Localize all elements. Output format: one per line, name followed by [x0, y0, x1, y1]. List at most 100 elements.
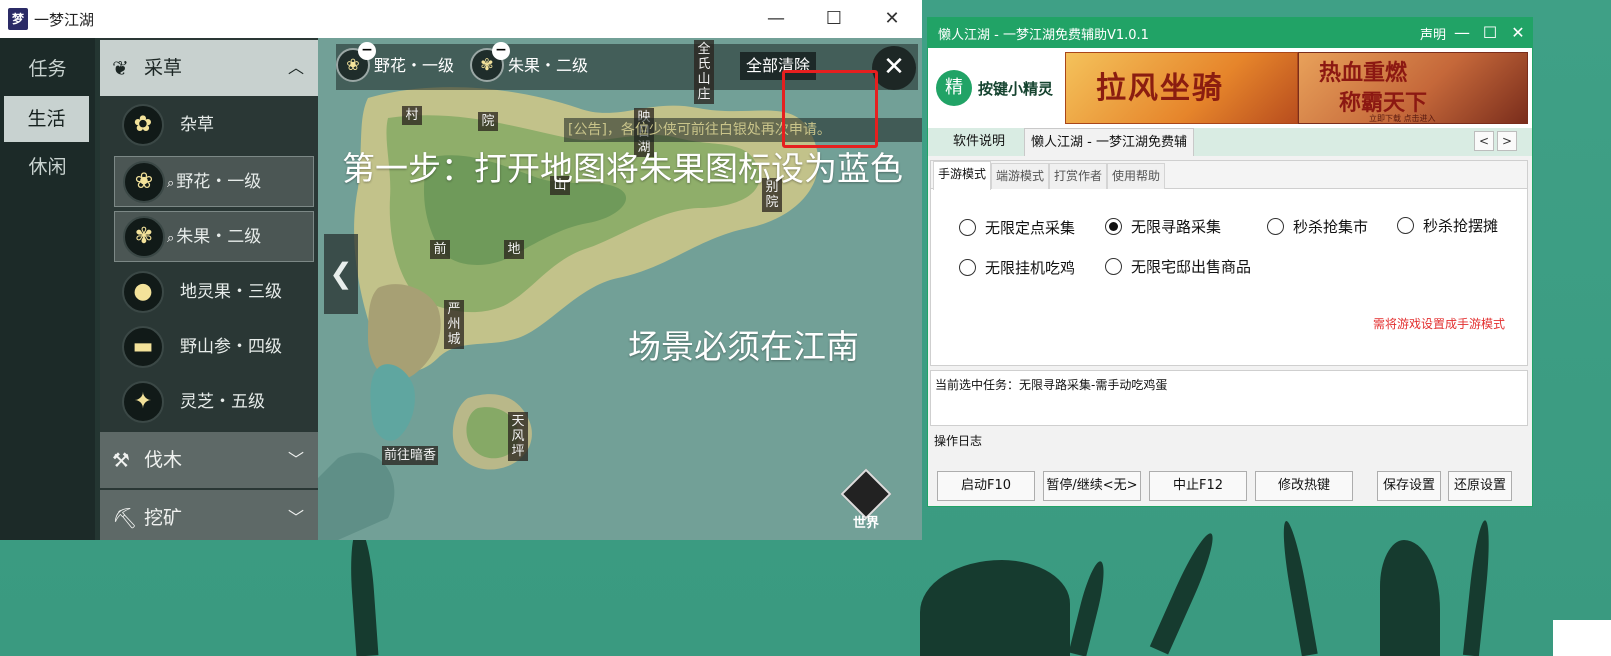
tab-next-icon[interactable]: >	[1497, 131, 1517, 151]
ad-game[interactable]: 热血重燃 称霸天下 立即下载 点击进入	[1298, 52, 1528, 124]
earth-fruit-icon: ●	[122, 271, 164, 313]
tab-help[interactable]: 使用帮助	[1107, 163, 1165, 189]
tracked-label: 朱果・二级	[508, 56, 589, 75]
place-label: 院	[478, 112, 498, 131]
category-mine[interactable]: ⛏ 挖矿 ﹀	[100, 490, 318, 540]
place-label: 村	[402, 106, 422, 125]
close-map-icon[interactable]: ✕	[872, 46, 916, 90]
radio-icon	[959, 219, 976, 236]
maximize-button[interactable]: ☐	[812, 4, 856, 34]
ad-mount-text: 拉风坐骑	[1096, 71, 1224, 106]
radio-icon	[959, 259, 976, 276]
category-herb-label: 采草	[144, 57, 183, 79]
ginseng-icon: ▬	[122, 326, 164, 368]
category-mine-label: 挖矿	[144, 507, 183, 529]
radio-icon	[1397, 217, 1414, 234]
option-label: 无限挂机吃鸡	[985, 259, 1076, 277]
radio-icon	[1267, 218, 1284, 235]
minimize-button[interactable]: —	[754, 4, 798, 34]
scene-instruction: 场景必须在江南	[628, 327, 859, 366]
option-house-sell[interactable]: 无限宅邸出售商品	[1105, 256, 1251, 278]
save-button[interactable]: 保存设置	[1377, 471, 1441, 501]
start-button[interactable]: 启动F10	[937, 471, 1035, 501]
desktop-corner-window	[1553, 620, 1611, 656]
tab-task[interactable]: 任务	[0, 46, 95, 92]
tracking-icon: ⌕	[167, 231, 175, 246]
list-item-earth-fruit[interactable]: ● 地灵果・三级	[114, 267, 314, 318]
list-item-wildflower[interactable]: ❀ ⌕ 野花・一级	[114, 156, 314, 207]
item-label: 朱果・二级	[176, 227, 262, 247]
place-label: 全氏山庄	[694, 40, 714, 104]
mode-hint: 需将游戏设置成手游模式	[1373, 317, 1506, 331]
place-label: 前往暗香	[382, 446, 439, 465]
list-item-ginseng[interactable]: ▬ 野山参・四级	[114, 322, 314, 373]
pause-button[interactable]: 暂停/继续<无>	[1043, 471, 1141, 501]
tab-leisure[interactable]: 休闲	[0, 144, 95, 190]
helper-window: 懒人江湖 - 一梦江湖免费辅助V1.0.1 声明 — ☐ ✕ 精 按键小精灵 拉…	[927, 17, 1533, 507]
chevron-down-icon: ﹀	[287, 450, 304, 469]
close-button[interactable]: ✕	[1506, 21, 1530, 45]
weed-icon: ✿	[122, 104, 164, 146]
statement-link[interactable]: 声明	[1420, 24, 1446, 43]
world-map-button[interactable]: 世界	[840, 468, 892, 531]
red-fruit-icon: ✾	[123, 216, 165, 258]
option-label: 无限寻路采集	[1131, 218, 1222, 236]
helper-title: 懒人江湖 - 一梦江湖免费辅助V1.0.1	[938, 28, 1149, 43]
option-path-gather[interactable]: 无限寻路采集	[1105, 216, 1221, 238]
highlight-box	[782, 70, 878, 148]
option-stall-snipe[interactable]: 秒杀抢摆摊	[1397, 215, 1498, 237]
list-item-lingzhi[interactable]: ✦ 灵芝・五级	[114, 377, 314, 428]
tab-assistant[interactable]: 懒人江湖 - 一梦江湖免费辅助	[1024, 128, 1194, 178]
option-label: 无限宅邸出售商品	[1131, 258, 1252, 276]
item-label: 灵芝・五级	[180, 392, 265, 412]
item-label: 野山参・四级	[180, 337, 282, 357]
world-map[interactable]: ❀ − 野花・一级 ✾ − 朱果・二级 全部清除 ✕ 全氏山庄 映日湖 别院 严…	[318, 38, 922, 540]
minimize-button[interactable]: —	[1450, 21, 1474, 45]
category-wood[interactable]: ⚒ 伐木 ﹀	[100, 432, 318, 488]
world-label: 世界	[852, 516, 879, 531]
radio-icon	[1105, 258, 1122, 275]
place-label: 前	[430, 240, 450, 259]
ad-mount[interactable]: 拉风坐骑	[1065, 52, 1298, 124]
chevron-down-icon: ﹀	[287, 508, 304, 527]
lingzhi-icon: ✦	[122, 381, 164, 423]
collapse-arrow-icon[interactable]: ❮	[324, 234, 358, 314]
game-body: 任务 生活 休闲 ❦ 采草 ︿ ✿ 杂草 ❀ ⌕野花・一级 ✾ ⌕朱果・二级	[0, 38, 922, 540]
game-titlebar: 梦 一梦江湖 — ☐ ✕	[0, 0, 922, 38]
tab-donate[interactable]: 打赏作者	[1049, 163, 1107, 189]
list-item-red-fruit[interactable]: ✾ ⌕ 朱果・二级	[114, 211, 314, 262]
place-label: 天风坪	[508, 412, 528, 461]
list-item-weed[interactable]: ✿ 杂草	[114, 100, 314, 151]
option-fixed-gather[interactable]: 无限定点采集	[959, 217, 1075, 239]
sprite-logo-icon: 精	[936, 70, 972, 106]
tab-pc-mode[interactable]: 端游模式	[991, 163, 1049, 189]
chevron-up-icon: ︿	[287, 58, 304, 77]
game-window: 梦 一梦江湖 — ☐ ✕ 任务 生活 休闲 ❦ 采草 ︿ ✿ 杂草 ❀ ⌕ 野花・…	[0, 0, 922, 540]
restore-button[interactable]: 还原设置	[1448, 471, 1512, 501]
log-label: 操作日志	[934, 434, 983, 448]
current-task-text: 当前选中任务：无限寻路采集-需手动吃鸡蛋	[935, 378, 1168, 392]
tab-software-info[interactable]: 软件说明	[934, 128, 1024, 156]
hotkey-button[interactable]: 修改热键	[1255, 471, 1353, 501]
tracked-label: 野花・一级	[374, 56, 455, 75]
mode-panel: 手游模式 端游模式 打赏作者 使用帮助 无限定点采集 无限寻路采集 秒杀抢集市 …	[930, 160, 1528, 366]
tab-mobile-mode[interactable]: 手游模式	[933, 161, 991, 190]
tab-prev-icon[interactable]: <	[1474, 131, 1494, 151]
main-tab-strip: 软件说明 懒人江湖 - 一梦江湖免费辅助 < >	[928, 128, 1532, 178]
wildflower-icon: ❀	[123, 161, 165, 203]
item-label: 杂草	[180, 115, 214, 135]
brand: 精 按键小精灵	[934, 58, 1064, 118]
close-button[interactable]: ✕	[870, 4, 914, 34]
place-label: 严州城	[444, 300, 464, 349]
option-afk-battle[interactable]: 无限挂机吃鸡	[959, 257, 1075, 279]
axe-icon: ⚒	[112, 448, 130, 472]
left-tab-column: 任务 生活 休闲	[0, 38, 95, 540]
place-label: 地	[504, 240, 524, 259]
tab-life[interactable]: 生活	[4, 96, 89, 142]
ad-banner: 精 按键小精灵 拉风坐骑 热血重燃 称霸天下 立即下载 点击进入	[928, 48, 1532, 128]
maximize-button[interactable]: ☐	[1478, 21, 1502, 45]
category-herb[interactable]: ❦ 采草 ︿	[100, 40, 318, 96]
herb-icon: ❦	[112, 56, 129, 80]
stop-button[interactable]: 中止F12	[1149, 471, 1247, 501]
option-market-snipe[interactable]: 秒杀抢集市	[1267, 216, 1368, 238]
